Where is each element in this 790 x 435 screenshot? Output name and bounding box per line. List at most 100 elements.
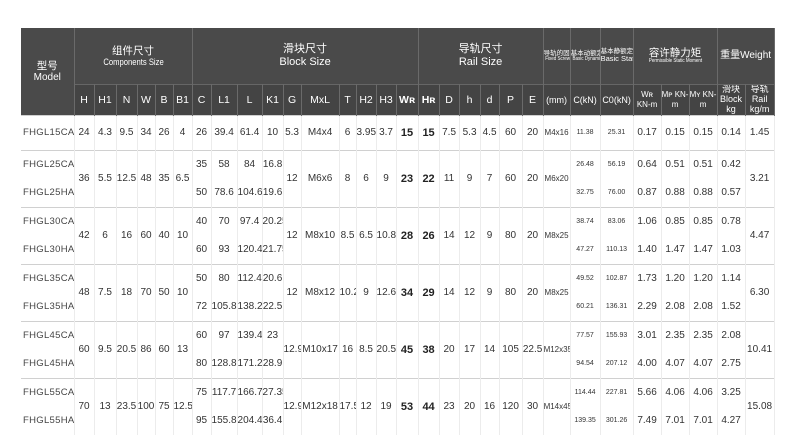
cell-p: 60: [499, 114, 523, 151]
cell-screw: M8x25: [543, 206, 571, 265]
col-WR: Wʀ: [396, 84, 419, 116]
cell-mxl: M8x12: [301, 263, 340, 322]
model-header: 型号 Model: [21, 28, 75, 116]
cell-c0-kn: 207.12: [600, 349, 634, 379]
cell-h3: 20.5: [376, 320, 397, 379]
weight-header: 重量Weight: [717, 28, 775, 85]
cell-mp: 0.51: [661, 149, 690, 179]
cell-block: 4.27: [717, 406, 746, 435]
cell-mr: 1.73: [633, 263, 662, 293]
col-mm: (mm): [543, 84, 571, 116]
col-T: T: [339, 84, 357, 116]
cell-h2: 3.95: [356, 114, 377, 151]
cell-b: 60: [155, 320, 174, 379]
cell-mxl: M10x17: [301, 320, 340, 379]
cell-mr: 3.01: [633, 320, 662, 350]
cell-model: FHGL15CA: [21, 114, 75, 151]
cell-block: 1.03: [717, 235, 746, 265]
cell-b: 35: [155, 149, 174, 208]
cell-rail: 1.45: [745, 114, 775, 151]
cell-t: 10.2: [339, 263, 357, 322]
cell-mr: 0.87: [633, 178, 662, 208]
cell-p: 80: [499, 263, 523, 322]
cell-c: 60: [192, 320, 212, 350]
table-row: FHGL35CA 48 7.5 18 70 50 10 50 80 112.4 20.6 12 M8x1…: [21, 263, 775, 322]
col-rail-kgm: 导轨 Rail kg/m: [745, 84, 775, 116]
cell-h3: 9: [376, 149, 397, 208]
cell-c: 95: [192, 406, 212, 435]
cell-l1: 105.8: [211, 292, 238, 322]
cell-mp: 4.07: [661, 349, 690, 379]
cell-l1: 128.8: [211, 349, 238, 379]
cell-g: 12.9: [283, 320, 302, 379]
cell-rail: 4.47: [745, 206, 775, 265]
cell-w: 34: [137, 114, 156, 151]
cell-b1: 13: [173, 320, 193, 379]
cell-k1: 36.4: [262, 406, 284, 435]
cell-mp: 0.88: [661, 178, 690, 208]
cell-w: 48: [137, 149, 156, 208]
col-CkN: C(kN): [570, 84, 601, 116]
col-H3: H3: [376, 84, 397, 116]
cell-d: 11: [439, 149, 460, 208]
cell-my: 0.85: [689, 206, 718, 236]
cell-l1: 155.8: [211, 406, 238, 435]
cell-t: 17.5: [339, 377, 357, 435]
cell-b1: 10: [173, 206, 193, 265]
fixed-screw-size-header: 导轨的固定螺栓尺寸Fixed Screw Size: [543, 28, 571, 85]
cell-l: 171.2: [237, 349, 263, 379]
cell-mp: 1.47: [661, 235, 690, 265]
table-row: FHGL25CA 36 5.5 12.5 48 35 6.5 35 58 84 16.8 12 M6x6…: [21, 149, 775, 208]
cell-mr: 1.40: [633, 235, 662, 265]
cell-my: 1.47: [689, 235, 718, 265]
cell-k1: 27.35: [262, 377, 284, 407]
cell-c: 35: [192, 149, 212, 179]
cell-my: 2.35: [689, 320, 718, 350]
static-moment-header: 容许静力矩 Permissible Static Moment: [633, 28, 718, 85]
cell-h2: 12: [356, 377, 377, 435]
cell-mp: 4.06: [661, 377, 690, 407]
cell-c: 40: [192, 206, 212, 236]
cell-wr: 23: [396, 149, 419, 208]
col-K1: K1: [262, 84, 284, 116]
col-W: W: [137, 84, 156, 116]
cell-w: 70: [137, 263, 156, 322]
cell-c: 75: [192, 377, 212, 407]
table-row: FHGL55CA 70 13 23.5 100 75 12.5 75 117.7 166.7 27.…: [21, 377, 775, 435]
cell-d: 7.5: [439, 114, 460, 151]
cell-k1: 21.75: [262, 235, 284, 265]
cell-c-kn: 11.38: [570, 114, 601, 151]
cell-h1: 13: [94, 377, 117, 435]
cell-n: 18: [116, 263, 138, 322]
cell-mr: 0.17: [633, 114, 662, 151]
cell-c-kn: 60.21: [570, 292, 601, 322]
cell-e: 20: [522, 263, 544, 322]
cell-block: 0.42: [717, 149, 746, 179]
cell-l1: 78.6: [211, 178, 238, 208]
components-size-header: 组件尺寸 Components Size: [74, 28, 193, 85]
cell-t: 6: [339, 114, 357, 151]
spec-table-container: 型号 Model 组件尺寸 Components Size 滑块尺寸 Block Si…: [21, 28, 775, 435]
cell-c: 60: [192, 235, 212, 265]
cell-d: 14: [439, 263, 460, 322]
cell-t: 8.5: [339, 206, 357, 265]
cell-d: 7: [480, 149, 500, 208]
cell-l1: 39.4: [211, 114, 238, 151]
cell-l: 84: [237, 149, 263, 179]
cell-c0-kn: 25.31: [600, 114, 634, 151]
col-D: D: [439, 84, 460, 116]
cell-c: 50: [192, 178, 212, 208]
cell-p: 80: [499, 206, 523, 265]
cell-k1: 20.6: [262, 263, 284, 293]
cell-c-kn: 47.27: [570, 235, 601, 265]
col-MR: Wʀ KN-m: [633, 84, 662, 116]
col-L: L: [237, 84, 263, 116]
cell-block: 2.75: [717, 349, 746, 379]
cell-block: 2.08: [717, 320, 746, 350]
cell-h3: 10.8: [376, 206, 397, 265]
static-rating-header: 基本静额定负荷Basic Static Rating: [600, 28, 634, 85]
cell-wr: 34: [396, 263, 419, 322]
col-B: B: [155, 84, 174, 116]
cell-b1: 4: [173, 114, 193, 151]
cell-wr: 28: [396, 206, 419, 265]
